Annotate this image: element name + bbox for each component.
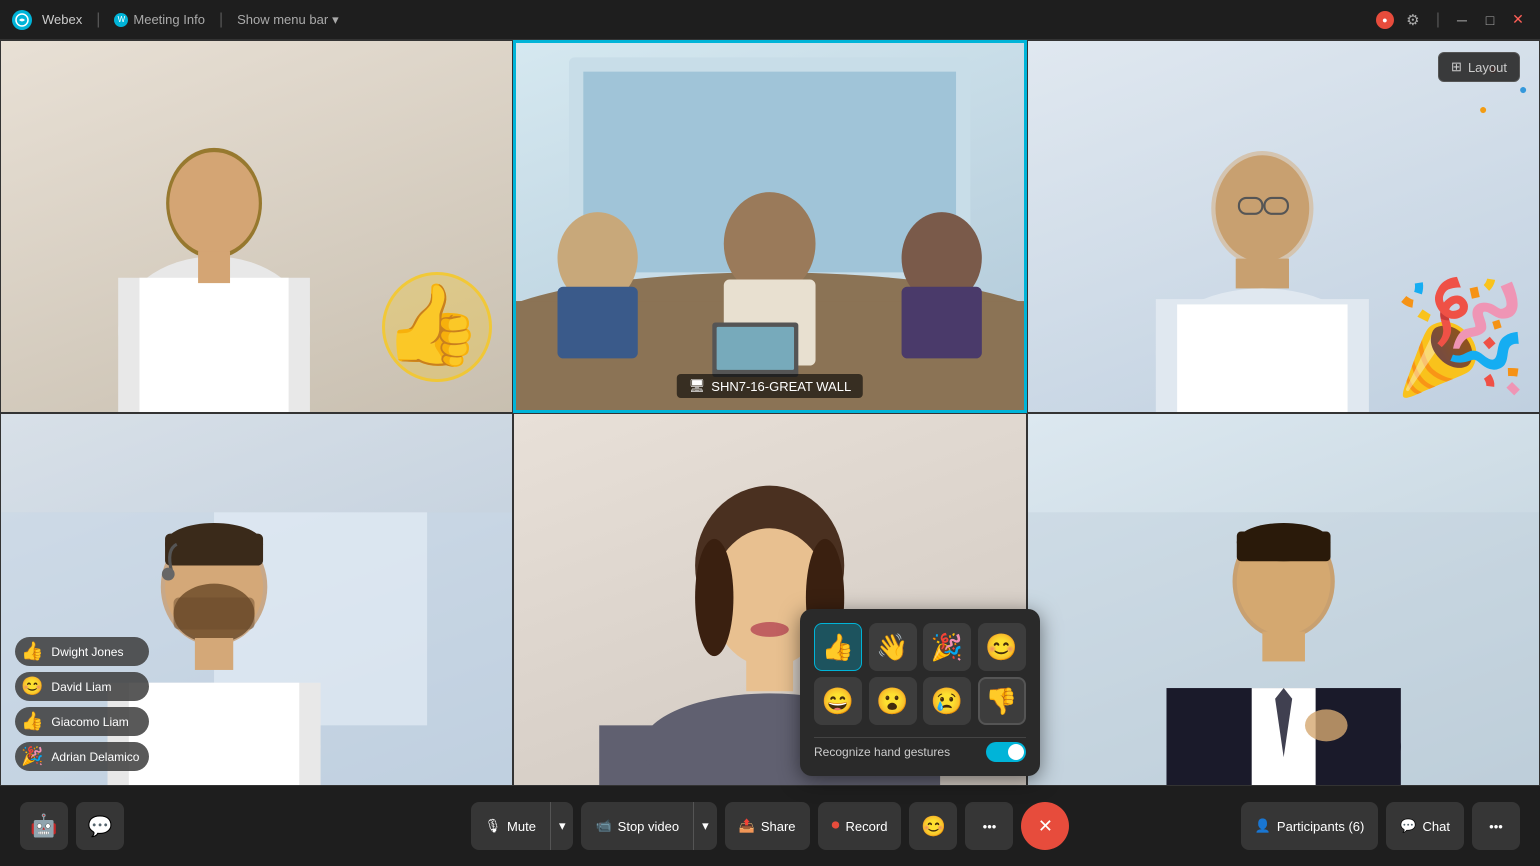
maximize-button[interactable]: □: [1480, 10, 1500, 30]
toolbar-center-section: 🎙 Mute ▾ 📹 Stop video ▾ 📤 Share ⏺ Re: [471, 802, 1070, 850]
show-menu-bar-btn[interactable]: Show menu bar ▾: [237, 12, 339, 28]
layout-button[interactable]: ⊞ Layout: [1438, 52, 1520, 82]
emoji-wow-btn[interactable]: 😮: [869, 677, 917, 725]
emoji-reactions-button[interactable]: 😊: [909, 802, 957, 850]
reaction-name-1: Dwight Jones: [51, 645, 123, 659]
toolbar: 🤖 💬 🎙 Mute ▾ 📹 Stop video ▾: [0, 786, 1540, 866]
reactions-sidebar: 👍 Dwight Jones 😊 David Liam 👍 Giacomo Li…: [15, 637, 149, 771]
app-title: Webex: [42, 12, 82, 27]
meeting-info-tab[interactable]: W Meeting Info: [114, 12, 205, 27]
reaction-emoji-2: 😊: [21, 676, 43, 697]
titlebar: Webex | W Meeting Info | Show menu bar ▾…: [0, 0, 1540, 40]
emoji-laugh-btn[interactable]: 😄: [814, 677, 862, 725]
celebration-emoji: 🎉: [1392, 273, 1529, 402]
sep2: |: [219, 11, 223, 29]
reaction-name-4: Adrian Delamico: [51, 750, 139, 764]
window-controls: ● ⚙ | ─ □ ✕: [1376, 9, 1528, 31]
stop-video-group: 📹 Stop video ▾: [581, 802, 716, 850]
more-options-button[interactable]: •••: [965, 802, 1013, 850]
reaction-item-1: 👍 Dwight Jones: [15, 637, 149, 666]
more-right-icon: •••: [1489, 819, 1503, 834]
hand-gestures-toggle[interactable]: [986, 742, 1026, 762]
video-cell-1: 👍: [0, 40, 513, 413]
stop-video-chevron-button[interactable]: ▾: [693, 802, 717, 850]
meeting-dot: W: [114, 13, 128, 27]
end-call-icon: ✕: [1038, 816, 1053, 837]
mute-button[interactable]: 🎙 Mute: [471, 802, 550, 850]
video-icon: 📹: [595, 818, 611, 834]
microphone-icon: 🎙: [485, 818, 502, 834]
stopvid-expand-icon: ▾: [702, 818, 709, 834]
reaction-circle: [382, 272, 492, 382]
screen-icon: 🖥: [689, 378, 706, 394]
reaction-name-2: David Liam: [51, 680, 111, 694]
toolbar-left-section: 🤖 💬: [20, 802, 124, 850]
video-grid: 👍 🖥 SHN7: [0, 40, 1540, 786]
reaction-emoji-1: 👍: [21, 641, 43, 662]
share-icon: 📤: [739, 818, 755, 834]
emoji-wave-btn[interactable]: 👋: [869, 623, 917, 671]
webex-app-icon: [12, 10, 32, 30]
emoji-icon: 😊: [921, 814, 946, 839]
participants-button[interactable]: 👤 Participants (6): [1241, 802, 1379, 850]
video-cell-6: [1027, 413, 1540, 786]
webex-ai-icon: 🤖: [30, 813, 57, 839]
recording-indicator: ●: [1376, 11, 1394, 29]
reaction-item-2: 😊 David Liam: [15, 672, 149, 701]
stop-video-button[interactable]: 📹 Stop video: [581, 802, 693, 850]
video-cell-3: 🎉 ● ● ● ●: [1027, 40, 1540, 413]
reaction-name-3: Giacomo Liam: [51, 715, 128, 729]
webex-ai-button[interactable]: 🤖: [20, 802, 68, 850]
record-icon: ⏺: [832, 817, 840, 835]
more-icon: •••: [983, 819, 997, 834]
sep1: |: [96, 11, 100, 29]
notes-icon: 💬: [88, 814, 113, 839]
share-button[interactable]: 📤 Share: [725, 802, 810, 850]
reaction-item-3: 👍 Giacomo Liam: [15, 707, 149, 736]
mute-chevron-button[interactable]: ▾: [550, 802, 574, 850]
chat-icon: 💬: [1400, 818, 1416, 834]
reaction-item-4: 🎉 Adrian Delamico: [15, 742, 149, 771]
chat-notes-button[interactable]: 💬: [76, 802, 124, 850]
emoji-picker: 👍 👋 🎉 😊 😄 😮 😢 👎 Recognize hand gestures: [800, 609, 1040, 776]
emoji-thumbsdown-btn[interactable]: 👎: [978, 677, 1026, 725]
toolbar-right-section: 👤 Participants (6) 💬 Chat •••: [1241, 802, 1520, 850]
settings-icon[interactable]: ⚙: [1402, 9, 1424, 31]
minimize-button[interactable]: ─: [1452, 10, 1472, 30]
hand-gestures-row: Recognize hand gestures: [814, 737, 1026, 762]
emoji-grid: 👍 👋 🎉 😊 😄 😮 😢 👎: [814, 623, 1026, 725]
more-right-button[interactable]: •••: [1472, 802, 1520, 850]
mute-group: 🎙 Mute ▾: [471, 802, 574, 850]
emoji-smile-btn[interactable]: 😊: [978, 623, 1026, 671]
emoji-party-btn[interactable]: 🎉: [923, 623, 971, 671]
emoji-sad-btn[interactable]: 😢: [923, 677, 971, 725]
reaction-emoji-4: 🎉: [21, 746, 43, 767]
room-label: 🖥 SHN7-16-GREAT WALL: [677, 374, 863, 398]
video-cell-2: 🖥 SHN7-16-GREAT WALL: [513, 40, 1026, 413]
emoji-thumbsup-btn[interactable]: 👍: [814, 623, 862, 671]
end-call-button[interactable]: ✕: [1021, 802, 1069, 850]
titlebar-left: Webex | W Meeting Info | Show menu bar ▾: [12, 10, 1376, 30]
mute-expand-icon: ▾: [559, 818, 566, 834]
toggle-knob: [1008, 744, 1024, 760]
layout-icon: ⊞: [1451, 59, 1462, 75]
reaction-emoji-3: 👍: [21, 711, 43, 732]
record-button[interactable]: ⏺ Record: [818, 802, 902, 850]
participants-icon: 👤: [1255, 818, 1271, 834]
close-button[interactable]: ✕: [1508, 10, 1528, 30]
chevron-down-icon: ▾: [332, 12, 339, 28]
chat-button[interactable]: 💬 Chat: [1386, 802, 1464, 850]
